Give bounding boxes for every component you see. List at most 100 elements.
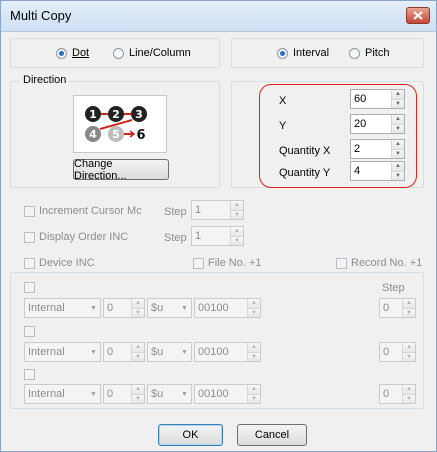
up-arrow-icon[interactable]: ▲ <box>132 299 144 308</box>
down-arrow-icon[interactable]: ▼ <box>403 307 415 317</box>
dot-radio[interactable]: Dot <box>56 47 89 59</box>
memory-value: Internal <box>28 388 65 400</box>
device-inc-checkbox[interactable]: Device INC <box>24 257 95 269</box>
file-no-checkbox[interactable]: File No. +1 <box>193 257 262 269</box>
file-no-label: File No. +1 <box>208 257 262 269</box>
address-spin-input[interactable]: 00100 ▲ ▼ <box>194 298 261 318</box>
memory-select[interactable]: Internal ▼ <box>24 384 101 404</box>
down-arrow-icon[interactable]: ▼ <box>231 235 243 245</box>
down-arrow-icon[interactable]: ▼ <box>248 393 260 403</box>
window-title: Multi Copy <box>10 8 72 23</box>
interval-radio-label: Interval <box>293 47 330 59</box>
down-arrow-icon[interactable]: ▼ <box>403 393 415 403</box>
index-spin-input[interactable]: 0 ▲ ▼ <box>103 298 145 318</box>
down-arrow-icon[interactable]: ▼ <box>403 351 415 361</box>
spin-arrows[interactable]: ▲ ▼ <box>402 299 415 317</box>
memory-value: Internal <box>28 302 65 314</box>
change-direction-button[interactable]: Change Direction... <box>73 158 169 182</box>
up-arrow-icon[interactable]: ▲ <box>231 201 243 210</box>
up-arrow-icon[interactable]: ▲ <box>403 343 415 352</box>
up-arrow-icon[interactable]: ▲ <box>403 385 415 394</box>
dot-radio-label: Dot <box>72 47 90 59</box>
address-value: 00100 <box>198 302 229 314</box>
direction-label: Direction <box>20 74 70 86</box>
spin-arrows[interactable]: ▲ ▼ <box>230 201 243 219</box>
address-spin-input[interactable]: 00100 ▲ ▼ <box>194 342 261 362</box>
up-arrow-icon[interactable]: ▲ <box>132 343 144 352</box>
record-no-checkbox[interactable]: Record No. +1 <box>336 257 422 269</box>
memory-select[interactable]: Internal ▼ <box>24 298 101 318</box>
interval-radio[interactable]: Interval <box>277 47 329 59</box>
address-value: 00100 <box>198 346 229 358</box>
device-row-checkbox[interactable] <box>24 282 35 293</box>
down-arrow-icon[interactable]: ▼ <box>132 351 144 361</box>
svg-text:1: 1 <box>89 108 97 121</box>
cancel-button[interactable]: Cancel <box>237 424 307 446</box>
up-arrow-icon[interactable]: ▲ <box>248 299 260 308</box>
down-arrow-icon[interactable]: ▼ <box>231 209 243 219</box>
index-spin-input[interactable]: 0 ▲ ▼ <box>103 384 145 404</box>
svg-text:4: 4 <box>89 128 97 141</box>
type-select[interactable]: $u ▼ <box>147 342 192 362</box>
down-arrow-icon[interactable]: ▼ <box>132 393 144 403</box>
device-inc-label: Device INC <box>39 257 95 269</box>
svg-text:3: 3 <box>135 108 143 121</box>
spin-arrows[interactable]: ▲ ▼ <box>131 299 144 317</box>
row-step-spin-input[interactable]: 0 ▲ ▼ <box>379 342 416 362</box>
up-arrow-icon[interactable]: ▲ <box>132 385 144 394</box>
increment-cursor-checkbox[interactable]: Increment Cursor Mc <box>24 205 142 217</box>
down-arrow-icon[interactable]: ▼ <box>248 307 260 317</box>
checkbox-box <box>24 205 35 217</box>
spin-arrows[interactable]: ▲ ▼ <box>247 385 260 403</box>
ok-button[interactable]: OK <box>158 424 223 446</box>
down-arrow-icon[interactable]: ▼ <box>132 307 144 317</box>
row-step-value: 0 <box>383 302 390 314</box>
device-row-checkbox[interactable] <box>24 369 35 380</box>
spin-arrows[interactable]: ▲ ▼ <box>402 343 415 361</box>
spin-arrows[interactable]: ▲ ▼ <box>131 343 144 361</box>
type-select[interactable]: $u ▼ <box>147 384 192 404</box>
spin-arrows[interactable]: ▲ ▼ <box>247 343 260 361</box>
title-bar: Multi Copy <box>1 1 436 32</box>
address-spin-input[interactable]: 00100 ▲ ▼ <box>194 384 261 404</box>
index-spin-input[interactable]: 0 ▲ ▼ <box>103 342 145 362</box>
pitch-radio[interactable]: Pitch <box>349 47 389 59</box>
radio-indicator <box>349 47 360 59</box>
spin-arrows[interactable]: ▲ ▼ <box>247 299 260 317</box>
row-step-value: 0 <box>383 388 390 400</box>
display-order-checkbox[interactable]: Display Order INC <box>24 231 128 243</box>
svg-text:2: 2 <box>112 108 120 121</box>
row-step-spin-input[interactable]: 0 ▲ ▼ <box>379 384 416 404</box>
up-arrow-icon[interactable]: ▲ <box>248 385 260 394</box>
display-order-step-label: Step <box>164 232 187 244</box>
chevron-down-icon: ▼ <box>181 390 188 398</box>
chevron-down-icon: ▼ <box>181 304 188 312</box>
line-column-radio-label: Line/Column <box>129 47 191 59</box>
close-button[interactable] <box>406 7 430 24</box>
index-value: 0 <box>107 302 114 314</box>
radio-indicator <box>277 47 288 59</box>
spin-arrows[interactable]: ▲ ▼ <box>230 227 243 245</box>
step-column-header: Step <box>382 282 405 294</box>
params-highlight-annotation <box>259 84 417 188</box>
type-select[interactable]: $u ▼ <box>147 298 192 318</box>
increment-step-label: Step <box>164 206 187 218</box>
row-step-spin-input[interactable]: 0 ▲ ▼ <box>379 298 416 318</box>
up-arrow-icon[interactable]: ▲ <box>248 343 260 352</box>
line-column-radio[interactable]: Line/Column <box>113 47 191 59</box>
display-order-step-input[interactable]: 1 ▲ ▼ <box>191 226 244 246</box>
svg-text:5: 5 <box>112 128 120 141</box>
up-arrow-icon[interactable]: ▲ <box>403 299 415 308</box>
spin-arrows[interactable]: ▲ ▼ <box>131 385 144 403</box>
increment-step-input[interactable]: 1 ▲ ▼ <box>191 200 244 220</box>
checkbox-box <box>24 326 35 337</box>
memory-select[interactable]: Internal ▼ <box>24 342 101 362</box>
chevron-down-icon: ▼ <box>90 304 97 312</box>
close-icon <box>413 11 423 20</box>
spin-arrows[interactable]: ▲ ▼ <box>402 385 415 403</box>
up-arrow-icon[interactable]: ▲ <box>231 227 243 236</box>
down-arrow-icon[interactable]: ▼ <box>248 351 260 361</box>
device-row-checkbox[interactable] <box>24 326 35 337</box>
increment-cursor-label: Increment Cursor Mc <box>39 205 142 217</box>
checkbox-box <box>193 257 204 269</box>
